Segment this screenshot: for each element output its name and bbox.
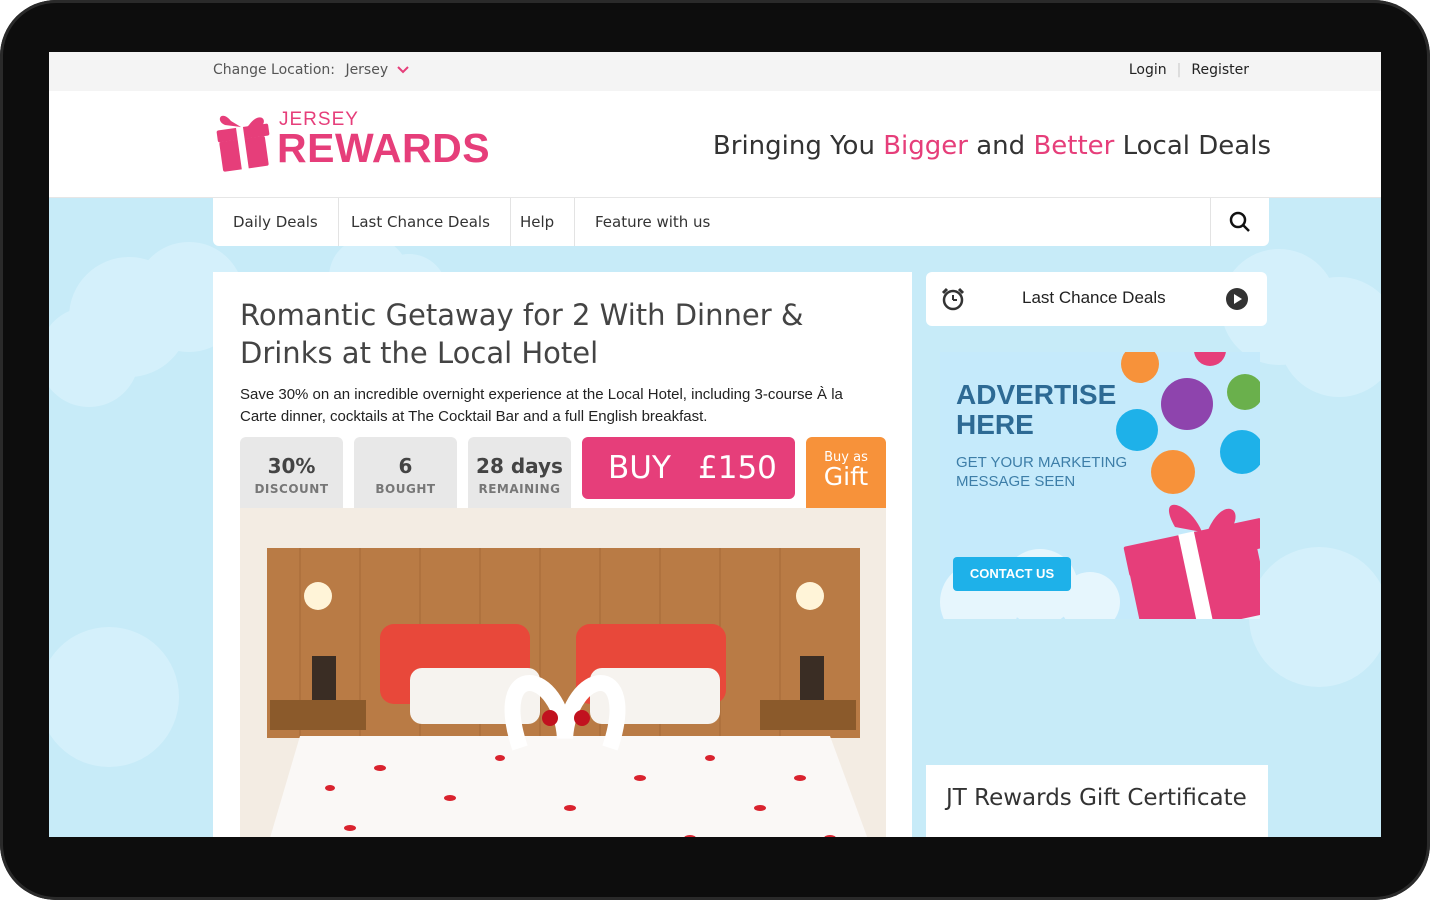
- register-link[interactable]: Register: [1181, 62, 1259, 78]
- main-nav: Daily Deals Last Chance Deals Help Featu…: [213, 198, 1269, 246]
- stat-value: 30%: [267, 454, 316, 478]
- deal-title: Romantic Getaway for 2 With Dinner & Dri…: [240, 298, 804, 370]
- tagline-part: Local Deals: [1114, 131, 1271, 161]
- ad-heading: ADVERTISE HERE: [956, 380, 1116, 440]
- gift-certificate-card[interactable]: JT Rewards Gift Certificate: [926, 765, 1268, 837]
- stat-value: 28 days: [476, 454, 563, 478]
- tagline-bigger: Bigger: [883, 131, 968, 161]
- tagline-part: and: [967, 131, 1034, 161]
- ad-subheading-line: MESSAGE SEEN: [956, 473, 1076, 490]
- device-frame: Change Location: Jersey Login|Register: [0, 0, 1430, 900]
- search-button[interactable]: [1210, 198, 1269, 246]
- nav-feature-with-us[interactable]: Feature with us: [575, 198, 730, 246]
- gift-big-label: Gift: [823, 462, 869, 491]
- ad-heading-line: HERE: [956, 409, 1034, 440]
- buy-as-gift-button[interactable]: Buy as Gift: [806, 437, 886, 508]
- stat-value: 6: [398, 454, 413, 478]
- top-bar: Change Location: Jersey Login | Register: [49, 52, 1381, 91]
- deal-photo: [240, 508, 886, 837]
- stat-bought: 6 BOUGHT: [354, 437, 457, 508]
- search-icon[interactable]: [1229, 211, 1251, 233]
- nav-help[interactable]: Help: [500, 198, 576, 246]
- last-chance-widget[interactable]: Last Chance Deals: [926, 272, 1267, 326]
- buy-label: BUY: [608, 450, 671, 486]
- logo-rewards-text: REWARDS: [277, 125, 491, 171]
- buy-button[interactable]: BUY £150: [582, 437, 795, 499]
- tagline: Bringing You Bigger and Better Local Dea…: [713, 131, 1271, 161]
- stat-label: DISCOUNT: [254, 482, 329, 496]
- login-link[interactable]: Login: [1119, 62, 1177, 78]
- auth-links: Login | Register: [1119, 62, 1259, 78]
- advertise-banner[interactable]: ADVERTISE HERE GET YOUR MARKETING MESSAG…: [940, 352, 1260, 619]
- stat-label: BOUGHT: [375, 482, 436, 496]
- ad-subheading-line: GET YOUR MARKETING: [956, 454, 1128, 471]
- site-header: JERSEY REWARDS Bringing You Bigger and B…: [49, 91, 1381, 198]
- nav-last-chance-deals[interactable]: Last Chance Deals: [331, 198, 511, 246]
- stat-remaining: 28 days REMAINING: [468, 437, 571, 508]
- last-chance-title: Last Chance Deals: [1022, 288, 1166, 307]
- deal-description: Save 30% on an incredible overnight expe…: [240, 386, 843, 425]
- chevron-down-icon[interactable]: [396, 63, 409, 77]
- change-location-label: Change Location:: [213, 62, 335, 78]
- location-value[interactable]: Jersey: [345, 62, 388, 78]
- gift-logo-icon: [216, 115, 270, 172]
- nav-daily-deals[interactable]: Daily Deals: [213, 198, 339, 246]
- alarm-clock-icon: [941, 287, 965, 311]
- ad-heading-line: ADVERTISE: [956, 379, 1117, 410]
- deal-price: £150: [698, 450, 777, 486]
- stat-label: REMAINING: [478, 482, 561, 496]
- browser-screen: Change Location: Jersey Login|Register: [49, 52, 1381, 837]
- gift-certificate-title: JT Rewards Gift Certificate: [946, 785, 1247, 811]
- ad-subheading: GET YOUR MARKETING MESSAGE SEEN: [956, 453, 1127, 491]
- deal-panel: Romantic Getaway for 2 With Dinner & Dri…: [213, 272, 912, 837]
- tagline-better: Better: [1033, 131, 1115, 161]
- tagline-part: Bringing You: [712, 131, 884, 161]
- contact-us-button[interactable]: CONTACT US: [953, 557, 1071, 591]
- stat-discount: 30% DISCOUNT: [240, 437, 343, 508]
- play-icon[interactable]: [1225, 287, 1249, 311]
- site-logo[interactable]: JERSEY REWARDS: [213, 107, 503, 177]
- location-selector[interactable]: Change Location: Jersey: [213, 62, 409, 78]
